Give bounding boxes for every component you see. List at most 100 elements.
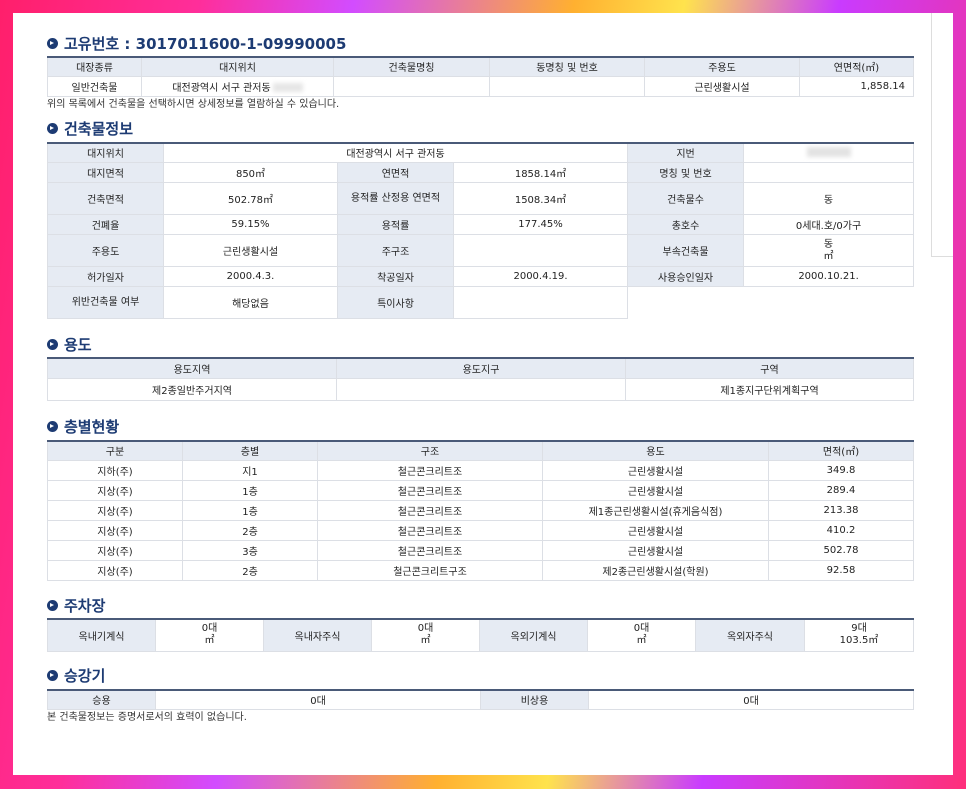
value: 59.15%	[163, 214, 338, 235]
cell: 410.2	[768, 520, 914, 541]
footer-note: 본 건축물정보는 증명서로서의 효력이 없습니다.	[47, 712, 247, 723]
section-title: 건축물정보	[64, 120, 134, 138]
label: 옥내기계식	[47, 618, 156, 652]
table-row: 지상(주) 1층 철근콘크리트조 제1종근린생활시설(휴게음식점) 213.38	[47, 500, 914, 521]
value-annex: 동 ㎡	[743, 234, 915, 267]
usage-heading: 용도	[47, 333, 913, 355]
col-header: 동명칭 및 번호	[489, 56, 645, 77]
value: 0세대.호/0가구	[743, 214, 915, 235]
floors-table: 구분 층별 구조 용도 면적(㎡) 지하(주) 지1 철근콘크리트조 근린생활시설 34…	[47, 439, 914, 581]
label: 총호수	[627, 214, 745, 235]
label: 위반건축물 여부	[47, 286, 164, 319]
cell: 3층	[182, 540, 318, 561]
cell: 철근콘크리트구조	[317, 560, 543, 581]
cell: 철근콘크리트조	[317, 460, 543, 481]
cell: 철근콘크리트조	[317, 520, 543, 541]
cell: 1층	[182, 480, 318, 501]
label: 주용도	[47, 234, 164, 267]
bullet-icon	[47, 123, 58, 134]
cell: 289.4	[768, 480, 914, 501]
value: 9대 103.5㎡	[804, 618, 914, 652]
col-header: 구분	[47, 439, 183, 461]
cell: 일반건축물	[47, 75, 142, 97]
cell: 지하(주)	[47, 460, 183, 481]
col-header: 대지위치	[141, 56, 334, 77]
label: 명칭 및 번호	[627, 162, 745, 183]
cell: 철근콘크리트조	[317, 480, 543, 501]
cell: 근린생활시설	[644, 75, 800, 97]
cell: 92.58	[768, 560, 914, 581]
value: 2000.4.3.	[163, 266, 338, 287]
col-header: 층별	[182, 439, 318, 461]
redacted-mask	[272, 83, 303, 92]
col-header: 용도지역	[47, 357, 337, 379]
parking-table: 옥내기계식 0대 ㎡ 옥내자주식 0대 ㎡ 옥외기계식 0대 ㎡ 옥외자주식 9대 10…	[47, 618, 914, 652]
value: 해당없음	[163, 286, 338, 319]
value: 2000.4.19.	[452, 266, 629, 287]
cell	[489, 75, 645, 97]
bullet-icon	[47, 599, 58, 611]
cell: 지상(주)	[47, 480, 183, 501]
col-header: 면적(㎡)	[768, 439, 914, 461]
label: 건폐율	[47, 214, 164, 235]
label: 건축면적	[47, 182, 164, 215]
label: 사용승인일자	[627, 266, 745, 287]
value: 0대 ㎡	[587, 618, 696, 652]
value	[743, 162, 915, 183]
cell-address: 대전광역시 서구 관저동	[141, 75, 334, 97]
cell: 지상(주)	[47, 560, 183, 581]
cell: 1,858.14	[799, 75, 914, 97]
label: 허가일자	[47, 266, 164, 287]
bullet-icon	[47, 338, 58, 350]
cell: 2층	[182, 520, 318, 541]
building-info-heading: 건축물정보	[47, 118, 913, 140]
cell: 근린생활시설	[542, 460, 769, 481]
label: 착공일자	[337, 266, 454, 287]
label: 특이사항	[337, 286, 454, 319]
unique-id-text: 고유번호 : 3017011600-1-09990005	[64, 34, 347, 53]
building-list-row[interactable]: 일반건축물 대전광역시 서구 관저동 근린생활시설 1,858.14	[47, 75, 914, 97]
value: 850㎡	[163, 162, 338, 183]
floors-heading: 층별현황	[47, 416, 913, 438]
table-row: 지하(주) 지1 철근콘크리트조 근린생활시설 349.8	[47, 460, 914, 481]
cell: 349.8	[768, 460, 914, 481]
cell: 제1종근린생활시설(휴게음식점)	[542, 500, 769, 521]
content: 고유번호 : 3017011600-1-09990005 대장종류 대지위치 건…	[47, 32, 915, 726]
cell: 213.38	[768, 500, 914, 521]
cell: 지상(주)	[47, 540, 183, 561]
label: 용적률 산정용 연면적	[337, 182, 454, 215]
cell	[333, 75, 490, 97]
value: 대전광역시 서구 관저동	[162, 141, 629, 163]
cell: 근린생활시설	[542, 520, 769, 541]
unique-id-heading: 고유번호 : 3017011600-1-09990005	[47, 32, 913, 54]
label: 용적률	[337, 214, 454, 235]
cell: 502.78	[768, 540, 914, 561]
cell: 근린생활시설	[542, 540, 769, 561]
label: 옥외자주식	[695, 618, 805, 652]
cell: 제1종지구단위계획구역	[625, 377, 914, 401]
col-header: 용도	[542, 439, 769, 461]
section-title: 승강기	[64, 667, 106, 685]
elevator-heading: 승강기	[47, 665, 913, 687]
label: 대지면적	[47, 162, 164, 183]
label: 주구조	[337, 234, 454, 267]
side-panel-edge	[931, 13, 953, 257]
table-row: 지상(주) 2층 철근콘크리트조 근린생활시설 410.2	[47, 520, 914, 541]
cell: 근린생활시설	[542, 480, 769, 501]
usage-table: 용도지역 용도지구 구역 제2종일반주거지역 제1종지구단위계획구역	[47, 357, 914, 401]
building-info-table: 대지위치 대전광역시 서구 관저동 지번 대지면적 850㎡ 연면적 1858.…	[47, 141, 915, 319]
label: 건축물수	[627, 182, 745, 215]
bullet-icon	[47, 670, 58, 681]
table-row: 지상(주) 2층 철근콘크리트구조 제2종근린생활시설(학원) 92.58	[47, 560, 914, 581]
cell: 1층	[182, 500, 318, 521]
cell: 2층	[182, 560, 318, 581]
cell	[336, 377, 626, 401]
value: 동	[743, 182, 915, 215]
value: 1858.14㎡	[452, 162, 629, 183]
label: 연면적	[337, 162, 454, 183]
bullet-icon	[47, 421, 58, 432]
section-title: 용도	[64, 335, 92, 354]
list-note: 위의 목록에서 건축물을 선택하시면 상세정보를 열람하실 수 있습니다.	[47, 98, 340, 110]
label: 비상용	[480, 688, 589, 710]
value-redacted	[743, 141, 915, 163]
